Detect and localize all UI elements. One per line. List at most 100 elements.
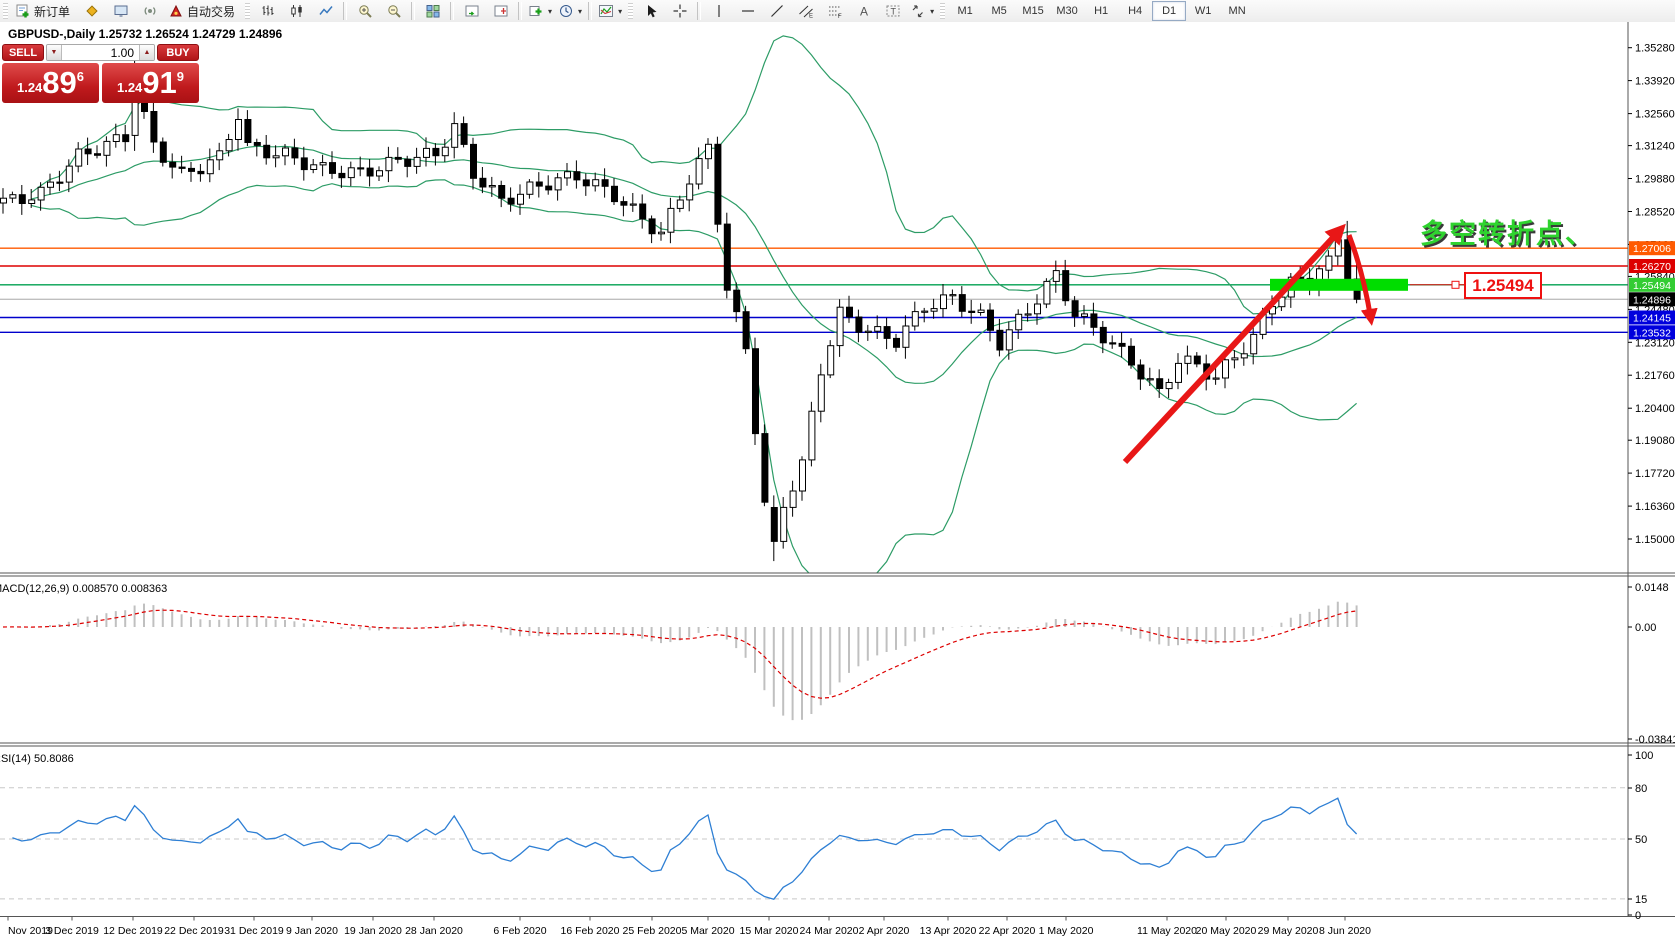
indicators-button[interactable]: ▾	[595, 0, 625, 22]
candle-body	[159, 141, 167, 163]
candle-body	[413, 156, 421, 167]
timeframe-M15[interactable]: M15	[1016, 1, 1050, 21]
timeframe-M5[interactable]: M5	[982, 1, 1016, 21]
macd-pane: MACD(12,26,9) 0.008570 0.008363	[0, 583, 1358, 721]
bollinger-middle	[31, 145, 1357, 384]
buy-button[interactable]: BUY	[157, 44, 199, 61]
profiles-button[interactable]: ▾	[555, 0, 585, 22]
price-flag-text: 1.25494	[1472, 276, 1534, 295]
trendline-tool-button[interactable]	[762, 0, 791, 22]
horizontal-line-tool-button[interactable]	[733, 0, 762, 22]
candle-body	[423, 147, 430, 158]
drawn-objects[interactable]: 多空转折点、多空转折点、1.25494	[1122, 218, 1596, 465]
timeframe-H4[interactable]: H4	[1118, 1, 1152, 21]
candlestick-chart-button[interactable]	[282, 0, 311, 22]
svg-text:T: T	[890, 7, 896, 17]
candle-body	[1175, 362, 1182, 383]
volume-increase-button[interactable]: ▲	[139, 45, 154, 60]
date-label: 3 Dec 2019	[45, 925, 99, 937]
candle-body	[235, 119, 242, 140]
new-order-button[interactable]: 新订单	[11, 0, 77, 22]
channel-tool-button[interactable]: E	[791, 0, 820, 22]
candle-body	[564, 171, 571, 179]
candle-body	[1071, 300, 1079, 317]
candle-body	[714, 143, 722, 225]
annotation-text[interactable]: 多空转折点、	[1420, 218, 1594, 249]
timeframe-M1[interactable]: M1	[948, 1, 982, 21]
candle-body	[56, 181, 64, 184]
candle-body	[347, 167, 355, 179]
macd-axis-label: -0.038415	[1635, 734, 1675, 746]
candle-body	[18, 194, 26, 204]
candle-body	[1231, 357, 1239, 361]
volume-decrease-button[interactable]: ▼	[47, 45, 62, 60]
price-axis[interactable]: 1.35280 1.33920 1.32560 1.31240 1.29880 1.285…	[1628, 43, 1675, 922]
arrows-tool-button[interactable]: ▾	[907, 0, 937, 22]
candle-body	[1043, 280, 1051, 305]
price-tick-label: 1.19080	[1635, 435, 1675, 447]
new-chart-button[interactable]: ▾	[525, 0, 555, 22]
bar-chart-button[interactable]	[253, 0, 282, 22]
date-label: 6 Feb 2020	[493, 925, 546, 937]
auto-scroll-button[interactable]	[457, 0, 486, 22]
tile-windows-button[interactable]	[418, 0, 447, 22]
toolbar-grip[interactable]	[245, 3, 251, 19]
price-tick-label: 1.28520	[1635, 207, 1675, 219]
date-label: 1 May 2020	[1039, 925, 1094, 937]
price-flag-anchor[interactable]	[1451, 280, 1460, 289]
arrows-icon	[910, 3, 926, 19]
fibonacci-tool-button[interactable]: F	[820, 0, 849, 22]
toolbar-grip[interactable]	[628, 3, 634, 19]
candle-body	[733, 289, 741, 313]
volume-stepper[interactable]: ▼ 1.00 ▲	[46, 44, 155, 61]
candle-body	[253, 142, 261, 146]
candle-body	[460, 123, 468, 145]
candle-body	[554, 177, 562, 191]
line-chart-button[interactable]	[311, 0, 340, 22]
text-tool-button[interactable]: A	[849, 0, 878, 22]
candle-body	[601, 179, 609, 187]
candle-body	[94, 153, 101, 156]
chart-surface[interactable]: 多空转折点、多空转折点、1.25494 MACD(12,26,9) 0.0085…	[0, 22, 1675, 944]
zoom-out-button[interactable]	[379, 0, 408, 22]
zoom-in-button[interactable]	[350, 0, 379, 22]
sell-price-block[interactable]: 1.24 89 6	[2, 63, 99, 103]
rsi-axis-label: 50	[1635, 834, 1647, 846]
toolbar-grip[interactable]	[3, 3, 8, 19]
sell-button[interactable]: SELL	[2, 44, 44, 61]
autotrading-button[interactable]: 自动交易	[164, 0, 242, 22]
candle-body	[1193, 355, 1201, 365]
candle-body	[940, 294, 947, 310]
crosshair-tool-button[interactable]	[665, 0, 694, 22]
cursor-icon	[643, 3, 659, 19]
broadcast-button[interactable]	[135, 0, 164, 22]
vertical-line-tool-button[interactable]	[704, 0, 733, 22]
chart-shift-icon	[493, 3, 509, 19]
sell-price-big: 89	[42, 65, 77, 100]
timeframe-H1[interactable]: H1	[1084, 1, 1118, 21]
timeframe-D1[interactable]: D1	[1152, 1, 1187, 21]
zoom-in-icon	[357, 3, 373, 19]
terminal-button[interactable]	[106, 0, 135, 22]
channel-icon: E	[798, 3, 814, 19]
buy-price-block[interactable]: 1.24 91 9	[102, 63, 199, 103]
time-axis[interactable]: Nov 20193 Dec 2019 12 Dec 2019 22 Dec 2019…	[7, 916, 1371, 938]
cursor-tool-button[interactable]	[636, 0, 665, 22]
rsi-label: RSI(14) 50.8086	[0, 753, 74, 765]
candle-body	[75, 148, 83, 167]
pane-separators[interactable]	[0, 22, 1675, 917]
chart-shift-button[interactable]	[486, 0, 515, 22]
volume-value[interactable]: 1.00	[62, 45, 139, 60]
candle-body	[282, 147, 289, 157]
timeframe-M30[interactable]: M30	[1050, 1, 1084, 21]
candle-body	[1128, 345, 1135, 366]
market-watch-button[interactable]	[77, 0, 106, 22]
text-label-tool-button[interactable]: T	[878, 0, 907, 22]
timeframe-MN[interactable]: MN	[1220, 1, 1254, 21]
buy-price-sup: 9	[176, 69, 185, 84]
candle-body	[1052, 270, 1060, 282]
timeframe-W1[interactable]: W1	[1186, 1, 1220, 21]
candle-body	[1212, 377, 1220, 380]
toolbar-grip[interactable]	[940, 3, 946, 19]
candle-body	[329, 162, 336, 174]
